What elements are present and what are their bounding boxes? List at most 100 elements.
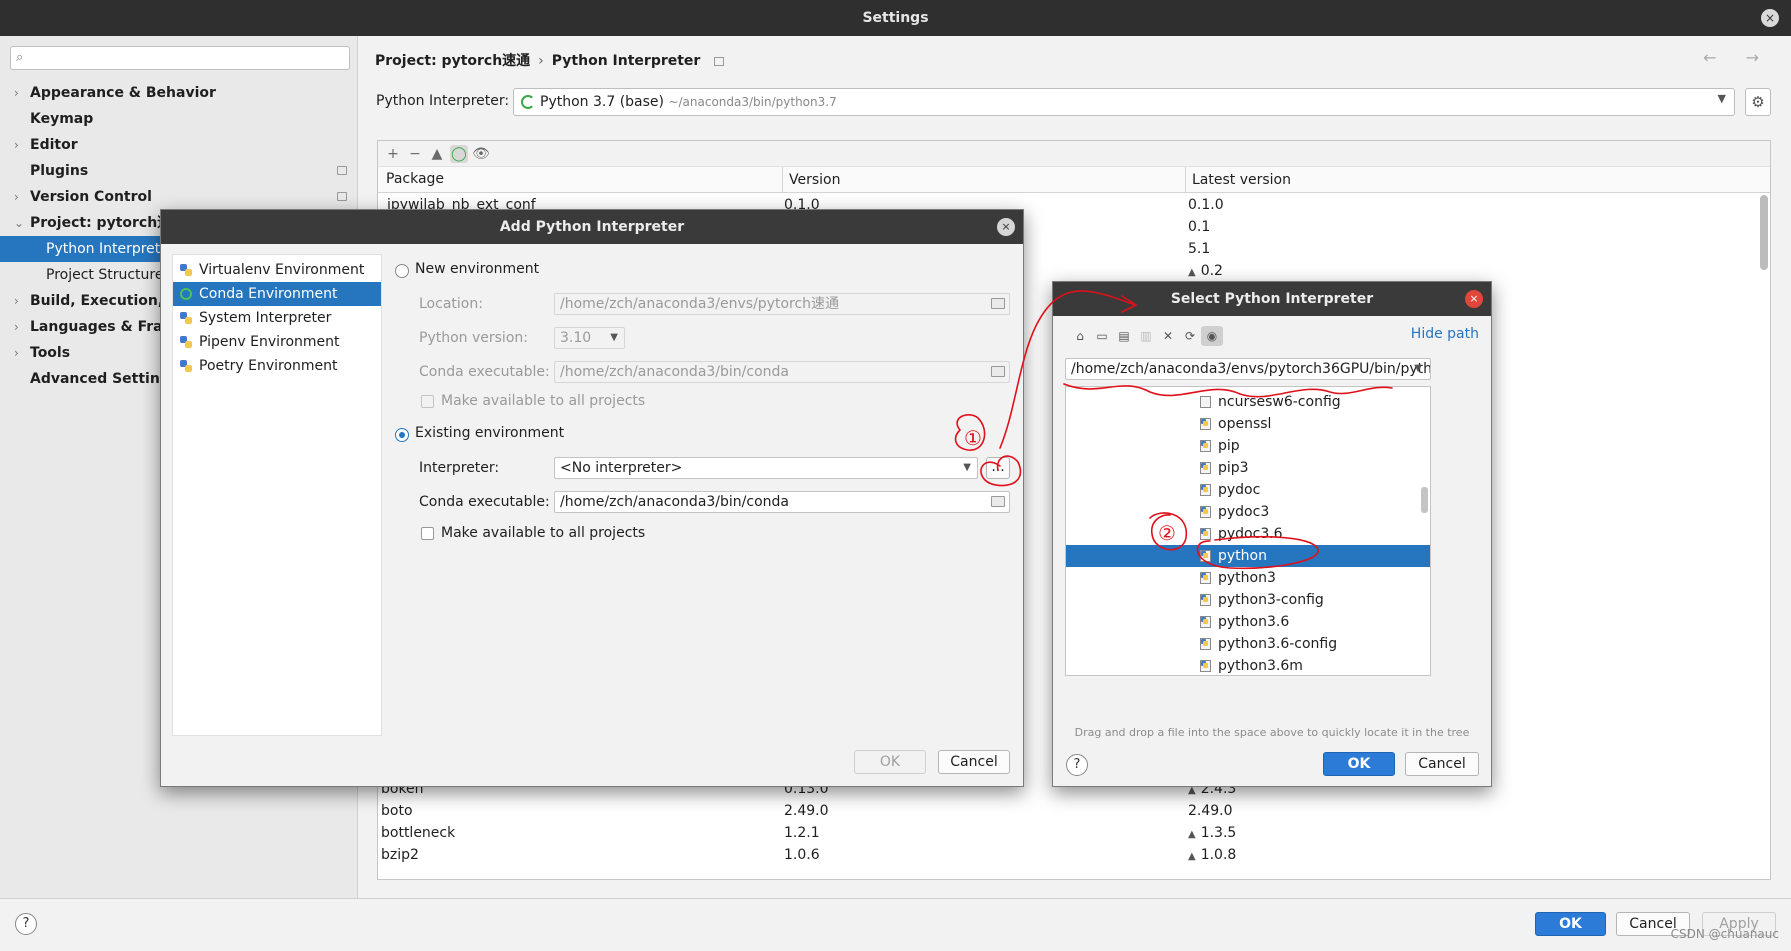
package-latest: 1.3.5	[1200, 825, 1237, 841]
remove-package-icon[interactable]: −	[406, 145, 424, 163]
sidebar-item-label: Plugins	[30, 163, 89, 179]
refresh-icon[interactable]: ⟳	[1179, 326, 1201, 346]
python-file-icon	[1200, 528, 1211, 540]
chevron-down-icon[interactable]: ▼	[1414, 359, 1422, 379]
python-file-icon	[1200, 440, 1211, 452]
window-close-icon[interactable]: ×	[1761, 9, 1779, 27]
show-hidden-icon[interactable]: ◉	[1201, 326, 1223, 346]
help-icon[interactable]: ?	[1066, 754, 1088, 776]
tree-item-selected[interactable]: python	[1066, 545, 1430, 567]
env-virtualenv[interactable]: Virtualenv Environment	[173, 258, 381, 282]
python-version-select[interactable]: 3.10 ▼	[554, 327, 625, 349]
tree-item[interactable]: pydoc	[1066, 479, 1430, 501]
sidebar-item-appearance[interactable]: › Appearance & Behavior	[0, 80, 358, 106]
sidebar-item-editor[interactable]: › Editor	[0, 132, 358, 158]
tree-item[interactable]: pydoc3	[1066, 501, 1430, 523]
executable-file-icon	[1200, 396, 1211, 408]
tree-item[interactable]: python3	[1066, 567, 1430, 589]
hide-path-link[interactable]: Hide path	[1411, 326, 1479, 342]
chevron-down-icon: ▼	[963, 462, 971, 473]
breadcrumb-project[interactable]: Project: pytorch速通	[375, 53, 530, 69]
python-icon	[180, 264, 192, 276]
tree-item[interactable]: python3-config	[1066, 589, 1430, 611]
folder-icon[interactable]	[991, 366, 1005, 377]
folder-icon[interactable]	[991, 298, 1005, 309]
ok-button[interactable]: OK	[854, 750, 926, 774]
settings-search-input[interactable]: ⌕	[10, 46, 350, 70]
python-file-icon	[1200, 572, 1211, 584]
tree-item[interactable]: python3.6m	[1066, 655, 1430, 675]
dialog-title: Add Python Interpreter	[161, 210, 1023, 244]
tree-item[interactable]: openssl	[1066, 413, 1430, 435]
path-input[interactable]: /home/zch/anaconda3/envs/pytorch36GPU/bi…	[1065, 358, 1431, 380]
table-row[interactable]: bzip2 1.0.6 ▲ 1.0.8	[378, 845, 1768, 867]
table-row[interactable]: boto 2.49.0 2.49.0	[378, 801, 1768, 823]
conda-executable-label: Conda executable:	[419, 494, 550, 510]
sidebar-item-label: Project Structure	[46, 267, 164, 283]
conda-executable-field[interactable]: /home/zch/anaconda3/bin/conda	[554, 361, 1010, 383]
ok-button[interactable]: OK	[1323, 752, 1395, 776]
new-environment-label: New environment	[415, 261, 540, 277]
sidebar-item-label: Appearance & Behavior	[30, 85, 216, 101]
window-title: Settings	[862, 10, 929, 26]
table-row[interactable]: bottleneck 1.2.1 ▲ 1.3.5	[378, 823, 1768, 845]
new-environment-radio[interactable]	[395, 264, 409, 278]
make-available-checkbox[interactable]	[421, 527, 434, 540]
help-icon[interactable]: ?	[15, 913, 37, 935]
conda-toggle-icon[interactable]: ◯	[450, 145, 468, 163]
conda-executable-field[interactable]: /home/zch/anaconda3/bin/conda	[554, 491, 1010, 513]
env-poetry[interactable]: Poetry Environment	[173, 354, 381, 378]
sidebar-item-version-control[interactable]: › Version Control	[0, 184, 358, 210]
chevron-down-icon: ▼	[610, 332, 618, 343]
interpreter-select-field[interactable]: <No interpreter> ▼	[554, 457, 978, 479]
close-icon[interactable]: ×	[1465, 290, 1483, 308]
ok-button[interactable]: OK	[1535, 912, 1606, 936]
tree-item[interactable]: python3.6	[1066, 611, 1430, 633]
cancel-button[interactable]: Cancel	[938, 750, 1010, 774]
cancel-button[interactable]: Cancel	[1405, 752, 1479, 776]
package-name: bottleneck	[381, 825, 456, 841]
tree-item-label: pydoc3	[1218, 504, 1270, 520]
packages-scrollbar[interactable]	[1760, 195, 1768, 270]
column-header-version[interactable]: Version	[782, 167, 840, 193]
sidebar-item-label: Keymap	[30, 111, 94, 127]
tree-item[interactable]: pydoc3.6	[1066, 523, 1430, 545]
close-icon[interactable]: ×	[997, 218, 1015, 236]
sidebar-item-label: Tools	[30, 345, 71, 361]
make-available-checkbox[interactable]	[421, 395, 434, 408]
tree-item[interactable]: pip3	[1066, 457, 1430, 479]
tree-item[interactable]: python3.6-config	[1066, 633, 1430, 655]
tree-scrollbar[interactable]	[1421, 487, 1428, 513]
env-pipenv[interactable]: Pipenv Environment	[173, 330, 381, 354]
chevron-right-icon: ›	[14, 320, 19, 334]
add-package-icon[interactable]: +	[384, 145, 402, 163]
desktop-icon[interactable]: ▭	[1091, 326, 1113, 346]
upgrade-package-icon[interactable]: ▲	[428, 145, 446, 163]
sidebar-item-plugins[interactable]: Plugins	[0, 158, 358, 184]
env-system[interactable]: System Interpreter	[173, 306, 381, 330]
upgrade-arrow-icon: ▲	[1188, 851, 1196, 862]
tree-item[interactable]: pip	[1066, 435, 1430, 457]
upgrade-arrow-icon: ▲	[1188, 829, 1196, 840]
eye-icon[interactable]: 👁	[472, 145, 490, 163]
gear-icon[interactable]: ⚙	[1745, 88, 1771, 116]
column-header-package[interactable]: Package	[386, 171, 444, 187]
env-conda[interactable]: Conda Environment	[173, 282, 381, 306]
new-folder-icon[interactable]: ▥	[1135, 326, 1157, 346]
python-file-icon	[1200, 462, 1211, 474]
package-name: bzip2	[381, 847, 419, 863]
column-header-latest[interactable]: Latest version	[1185, 167, 1291, 193]
folder-icon[interactable]	[991, 496, 1005, 507]
tree-item[interactable]: ncursesw6-config	[1066, 391, 1430, 413]
interpreter-select[interactable]: Python 3.7 (base) ~/anaconda3/bin/python…	[513, 88, 1735, 116]
home-icon[interactable]: ⌂	[1069, 326, 1091, 346]
back-forward-icon[interactable]: ← →	[1703, 48, 1771, 67]
project-folder-icon[interactable]: ▤	[1113, 326, 1135, 346]
browse-interpreter-button[interactable]: ...	[986, 457, 1010, 479]
delete-icon[interactable]: ✕	[1157, 326, 1179, 346]
existing-environment-radio[interactable]	[395, 428, 409, 442]
sidebar-item-keymap[interactable]: Keymap	[0, 106, 358, 132]
file-tree: ncursesw6-config openssl pip pip3 pydoc …	[1065, 386, 1431, 676]
interpreter-label: Python Interpreter:	[376, 93, 510, 109]
location-field[interactable]: /home/zch/anaconda3/envs/pytorch速通	[554, 293, 1010, 315]
